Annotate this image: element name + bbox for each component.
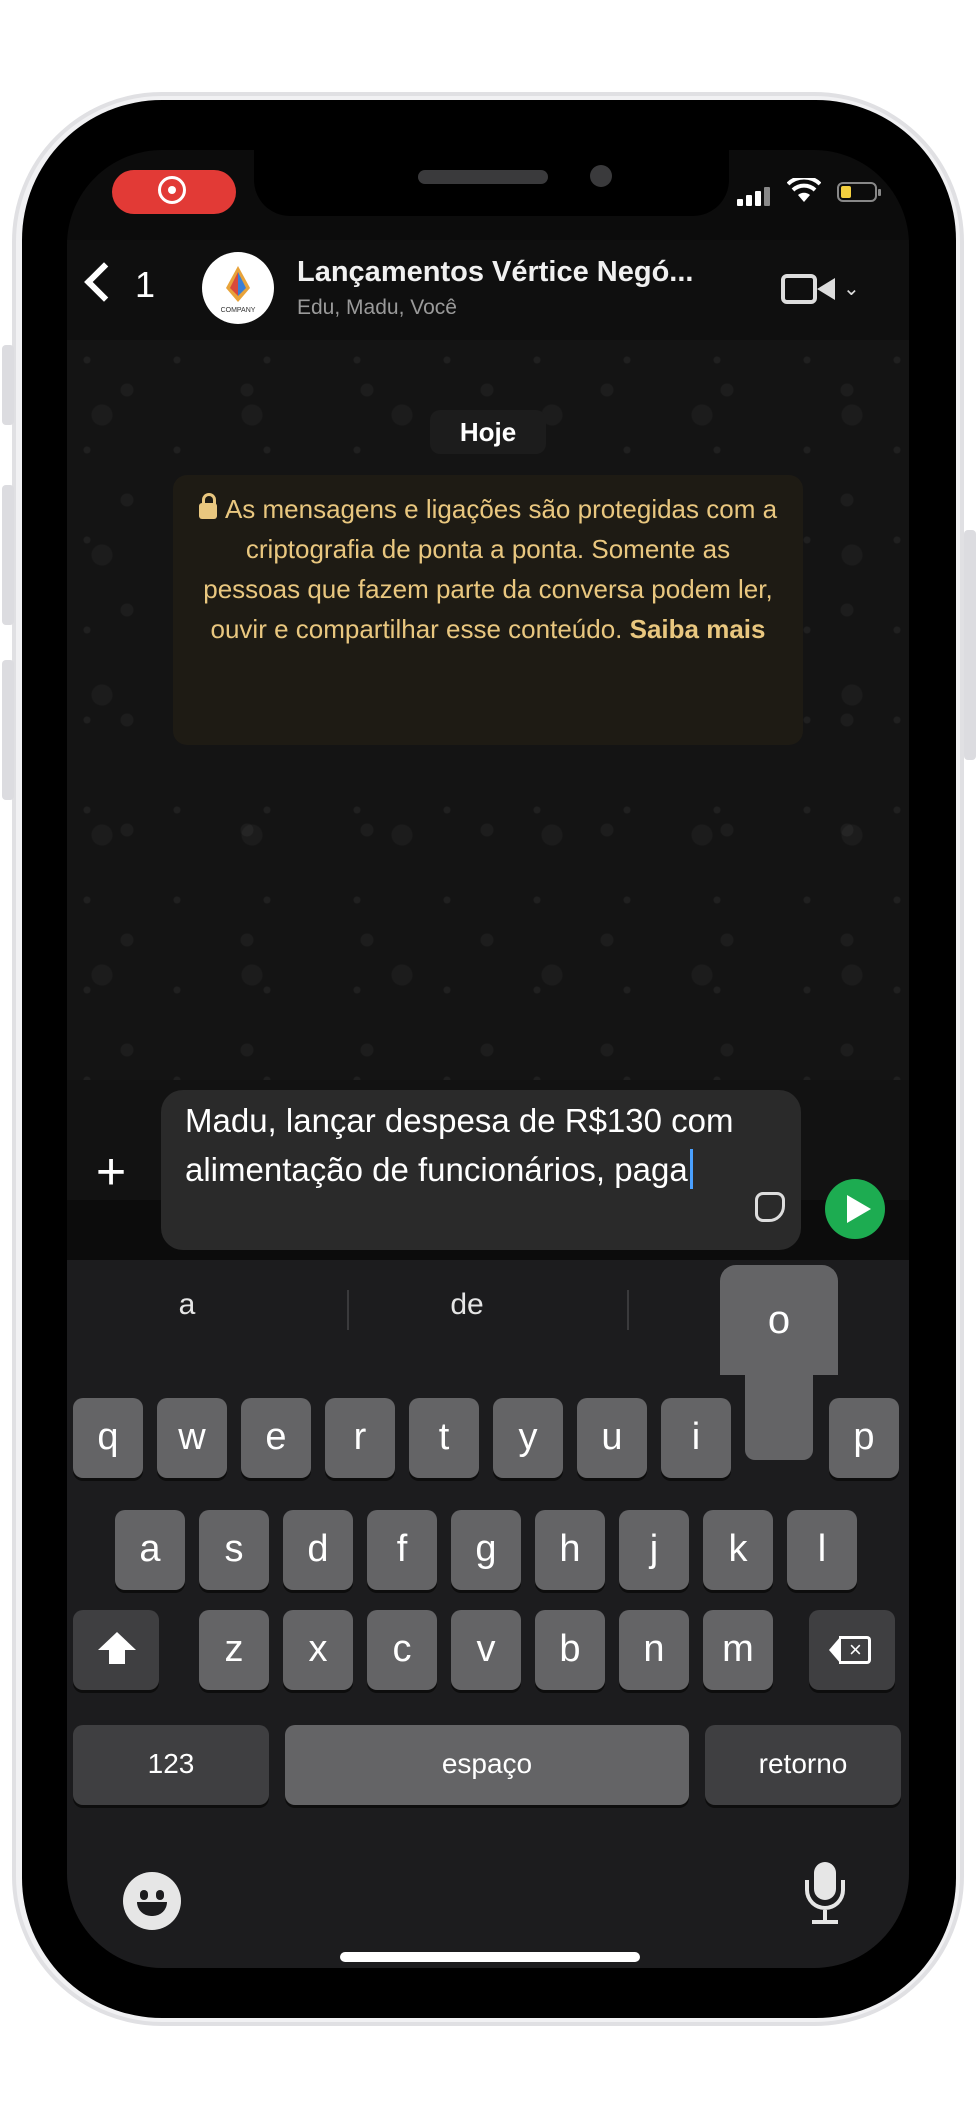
key-z[interactable]: z	[199, 1610, 269, 1690]
microphone-icon[interactable]	[800, 1862, 850, 1932]
key-b[interactable]: b	[535, 1610, 605, 1690]
key-f[interactable]: f	[367, 1510, 437, 1590]
wifi-icon	[787, 178, 821, 202]
suggestion-2[interactable]: de	[347, 1288, 587, 1322]
message-input[interactable]: Madu, lançar despesa de R$130 com alimen…	[161, 1090, 801, 1250]
key-u[interactable]: u	[577, 1398, 647, 1478]
battery-icon	[837, 182, 881, 202]
key-m[interactable]: m	[703, 1610, 773, 1690]
key-n[interactable]: n	[619, 1610, 689, 1690]
volume-down-button	[2, 660, 14, 800]
unread-count: 1	[135, 264, 156, 305]
key-a[interactable]: a	[115, 1510, 185, 1590]
key-r[interactable]: r	[325, 1398, 395, 1478]
record-icon	[158, 176, 186, 204]
send-button[interactable]	[825, 1179, 885, 1239]
svg-text:COMPANY: COMPANY	[221, 307, 256, 314]
chevron-down-icon: ⌄	[843, 278, 860, 300]
key-c[interactable]: c	[367, 1610, 437, 1690]
key-j[interactable]: j	[619, 1510, 689, 1590]
key-p[interactable]: p	[829, 1398, 899, 1478]
backspace-key[interactable]: ×	[809, 1610, 895, 1690]
chevron-left-icon	[84, 262, 124, 302]
numbers-key[interactable]: 123	[73, 1725, 269, 1805]
encryption-notice[interactable]: As mensagens e ligações são protegidas c…	[173, 475, 803, 745]
shift-key[interactable]	[73, 1610, 159, 1690]
notch	[254, 150, 729, 216]
learn-more-link[interactable]: Saiba mais	[630, 614, 766, 644]
space-key[interactable]: espaço	[285, 1725, 689, 1805]
back-button[interactable]: 1	[84, 262, 156, 312]
key-x[interactable]: x	[283, 1610, 353, 1690]
key-v[interactable]: v	[451, 1610, 521, 1690]
screen: 1 COMPANY Lançamentos Vértice Negó... Ed…	[67, 150, 909, 1968]
key-y[interactable]: y	[493, 1398, 563, 1478]
chat-header: 1 COMPANY Lançamentos Vértice Negó... Ed…	[67, 240, 909, 340]
volume-up-button	[2, 485, 14, 625]
key-h[interactable]: h	[535, 1510, 605, 1590]
power-button	[964, 530, 976, 760]
group-avatar[interactable]: COMPANY	[202, 252, 274, 324]
suggestion-1[interactable]: a	[67, 1288, 307, 1322]
key-popup-stem	[745, 1370, 813, 1460]
status-icons	[737, 178, 881, 206]
video-camera-icon	[781, 274, 817, 304]
key-l[interactable]: l	[787, 1510, 857, 1590]
group-title[interactable]: Lançamentos Vértice Negó...	[297, 256, 693, 289]
group-members[interactable]: Edu, Madu, Você	[297, 296, 457, 320]
key-k[interactable]: k	[703, 1510, 773, 1590]
company-logo-icon: COMPANY	[221, 266, 256, 314]
key-s[interactable]: s	[199, 1510, 269, 1590]
emoji-icon[interactable]	[123, 1872, 181, 1930]
home-indicator[interactable]	[340, 1952, 640, 1962]
key-d[interactable]: d	[283, 1510, 353, 1590]
silent-switch	[2, 345, 14, 425]
send-icon	[847, 1195, 871, 1223]
key-q[interactable]: q	[73, 1398, 143, 1478]
key-popup-preview: o	[720, 1265, 838, 1375]
lock-icon	[198, 493, 217, 519]
key-g[interactable]: g	[451, 1510, 521, 1590]
backspace-icon: ×	[829, 1636, 873, 1664]
key-t[interactable]: t	[409, 1398, 479, 1478]
front-camera	[590, 165, 612, 187]
key-e[interactable]: e	[241, 1398, 311, 1478]
attach-plus-button[interactable]: +	[87, 1146, 135, 1198]
screen-recording-indicator[interactable]	[112, 170, 236, 214]
suggestion-divider	[627, 1290, 629, 1330]
text-cursor	[689, 1149, 693, 1189]
return-key[interactable]: retorno	[705, 1725, 901, 1805]
shift-arrow-icon	[98, 1632, 136, 1664]
date-separator: Hoje	[430, 410, 546, 454]
speaker	[418, 170, 548, 184]
message-text: Madu, lançar despesa de R$130 com alimen…	[185, 1102, 734, 1188]
key-i[interactable]: i	[661, 1398, 731, 1478]
key-w[interactable]: w	[157, 1398, 227, 1478]
video-call-button[interactable]: ⌄	[781, 272, 861, 312]
